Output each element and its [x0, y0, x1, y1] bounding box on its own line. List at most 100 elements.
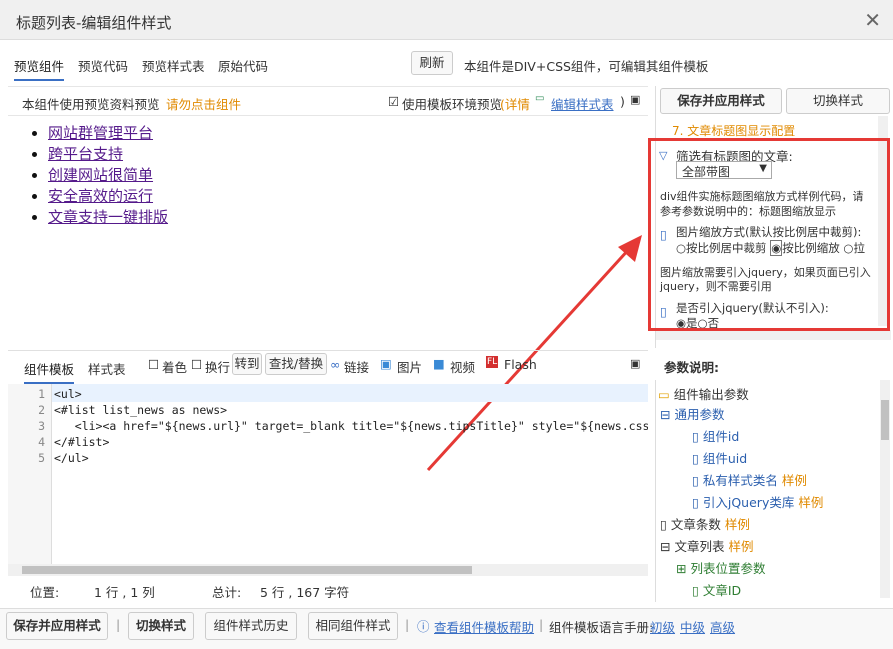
position-value: 1 行 , 1 列: [94, 585, 155, 600]
template-env-checkbox[interactable]: ☑: [388, 94, 399, 109]
code-line: <ul>: [54, 387, 82, 401]
doc-icon: ▯: [692, 495, 699, 510]
tree-item[interactable]: ⊟ 通用参数: [660, 404, 724, 423]
editor-hscrollbar[interactable]: [8, 564, 648, 576]
preview-list: 网站群管理平台 跨平台支持 创建网站很简单 安全高效的运行 文章支持一键排版: [48, 123, 168, 228]
status-bar: 位置: 1 行 , 1 列 总计: 5 行 , 167 字符: [8, 578, 648, 600]
position-label: 位置:: [30, 585, 60, 600]
save-apply-style-button[interactable]: 保存并应用样式: [660, 88, 782, 114]
stylesheet-icon: ▭: [535, 93, 545, 104]
tab-component-template[interactable]: 组件模板: [24, 359, 75, 384]
maximize-icon[interactable]: ▣: [630, 357, 640, 370]
list-item: 安全高效的运行: [48, 186, 168, 207]
tree-item[interactable]: ▯ 引入jQuery类库 样例: [692, 492, 823, 511]
save-apply-style-button-bottom[interactable]: 保存并应用样式: [6, 612, 108, 640]
highlight-box: [648, 138, 890, 331]
list-item: 创建网站很简单: [48, 165, 168, 186]
preview-bar: 本组件使用预览资料预览 请勿点击组件 ☑ 使用模板环境预览 (详情 ▭ 编辑样式…: [8, 86, 648, 116]
panel-hscrollbar[interactable]: [656, 330, 891, 340]
image-label[interactable]: 图片: [397, 357, 422, 376]
close-icon[interactable]: ✕: [864, 8, 881, 32]
manual-advanced-link[interactable]: 高级: [710, 617, 735, 636]
style-history-button[interactable]: 组件样式历史: [205, 612, 297, 640]
tree-label: 文章ID: [702, 583, 742, 598]
collapse-icon: ⊟: [660, 539, 671, 554]
video-label[interactable]: 视频: [450, 357, 475, 376]
same-component-style-button[interactable]: 相同组件样式: [308, 612, 398, 640]
tree-item[interactable]: ▯ 文章ID: [692, 580, 741, 599]
edit-stylesheet-link[interactable]: 编辑样式表: [551, 94, 614, 113]
scroll-thumb[interactable]: [22, 566, 472, 574]
tab-stylesheet[interactable]: 样式表: [88, 359, 126, 378]
sample-link[interactable]: 样例: [782, 473, 807, 488]
params-tree: ▭ 组件输出参数 ⊟ 通用参数 ▯ 组件id ▯ 组件uid ▯ 私有样式类名 …: [655, 380, 893, 602]
tree-item[interactable]: ▭ 组件输出参数: [658, 384, 749, 403]
tree-item[interactable]: ▯ 组件uid: [692, 448, 747, 467]
list-item-link[interactable]: 安全高效的运行: [48, 187, 153, 205]
preview-label: 本组件使用预览资料预览: [22, 97, 160, 112]
component-description: 本组件是DIV+CSS组件，可编辑其组件模板: [464, 59, 709, 74]
params-title: 参数说明:: [664, 360, 719, 375]
sample-link[interactable]: 样例: [725, 517, 750, 532]
list-item-link[interactable]: 创建网站很简单: [48, 166, 153, 184]
separator: |: [405, 617, 410, 632]
tree-label: 引入jQuery类库: [702, 495, 795, 510]
tree-item[interactable]: ⊟ 文章列表 样例: [660, 536, 753, 555]
code-editor[interactable]: <ul> <#list list_news as news> <li><a hr…: [36, 384, 648, 564]
wrap-checkbox[interactable]: ☐: [191, 357, 202, 372]
list-item-link[interactable]: 文章支持一键排版: [48, 208, 168, 226]
code-line: <#list list_news as news>: [54, 403, 228, 417]
tree-label: 组件id: [702, 429, 740, 444]
params-scrollbar[interactable]: [880, 380, 890, 598]
link-label[interactable]: 链接: [344, 357, 369, 376]
collapse-icon: ⊟: [660, 407, 671, 422]
preview-hint: 请勿点击组件: [166, 97, 242, 112]
total-label: 总计:: [212, 585, 242, 600]
video-icon[interactable]: ■: [433, 356, 445, 371]
tab-preview-code[interactable]: 预览代码: [78, 56, 128, 75]
switch-style-button[interactable]: 切换样式: [786, 88, 890, 114]
total-value: 5 行 , 167 字符: [260, 585, 350, 600]
tab-preview-component[interactable]: 预览组件: [14, 56, 65, 81]
tree-label: 文章列表: [674, 539, 725, 554]
manual-basic-link[interactable]: 初级: [650, 617, 675, 636]
maximize-icon[interactable]: ▣: [630, 93, 640, 106]
doc-icon: ▯: [660, 517, 667, 532]
tab-original-code[interactable]: 原始代码: [218, 56, 268, 75]
link-icon[interactable]: ∞: [330, 357, 340, 372]
list-item: 文章支持一键排版: [48, 207, 168, 228]
tree-label: 组件输出参数: [673, 387, 749, 402]
window-title: 标题列表-编辑组件样式: [16, 14, 172, 32]
folder-icon: ▭: [658, 387, 670, 402]
manual-label: 组件模板语言手册:: [549, 620, 654, 635]
separator: |: [539, 617, 544, 632]
refresh-button[interactable]: 刷新: [411, 51, 453, 75]
section-title[interactable]: 7. 文章标题图显示配置: [672, 122, 795, 139]
goto-button[interactable]: 转到: [232, 353, 262, 375]
list-item-link[interactable]: 网站群管理平台: [48, 124, 153, 142]
sample-link[interactable]: 样例: [728, 539, 753, 554]
flash-label[interactable]: Flash: [504, 357, 537, 372]
tree-item[interactable]: ▯ 文章条数 样例: [660, 514, 750, 533]
doc-icon: ▯: [692, 473, 699, 488]
expand-icon: ⊞: [676, 561, 687, 576]
doc-icon: ▯: [692, 583, 699, 598]
tree-item[interactable]: ▯ 组件id: [692, 426, 739, 445]
manual-intermediate-link[interactable]: 中级: [680, 617, 705, 636]
list-item-link[interactable]: 跨平台支持: [48, 145, 123, 163]
list-item: 跨平台支持: [48, 144, 168, 165]
details-link[interactable]: (详情: [500, 94, 530, 113]
tab-preview-stylesheet[interactable]: 预览样式表: [142, 56, 205, 75]
tree-item[interactable]: ⊞ 列表位置参数: [676, 558, 765, 577]
tree-item[interactable]: ▯ 私有样式类名 样例: [692, 470, 807, 489]
scroll-thumb[interactable]: [881, 400, 889, 440]
template-help-link[interactable]: 查看组件模板帮助: [434, 617, 534, 636]
flash-icon[interactable]: FL: [486, 356, 499, 368]
color-checkbox[interactable]: ☐: [148, 357, 159, 372]
sample-link[interactable]: 样例: [798, 495, 823, 510]
switch-style-button-bottom[interactable]: 切换样式: [128, 612, 194, 640]
image-icon[interactable]: ▣: [380, 356, 392, 371]
tree-label: 列表位置参数: [690, 561, 766, 576]
close-paren: ): [620, 94, 625, 109]
find-replace-button[interactable]: 查找/替换: [265, 353, 327, 375]
